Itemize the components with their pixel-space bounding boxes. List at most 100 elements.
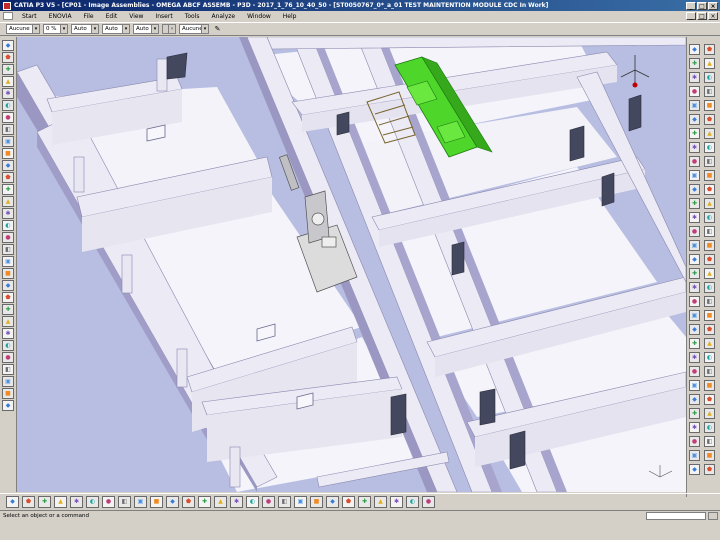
clash-icon[interactable]: ✚ [2,184,14,195]
kinematics-icon[interactable]: ◐ [704,352,715,363]
measure-between-icon[interactable]: ■ [310,495,323,508]
menu-view[interactable]: View [123,13,149,20]
valve-icon[interactable]: ⬟ [704,464,715,475]
annotation-icon[interactable]: ● [2,232,14,243]
save-management-icon[interactable]: ▲ [704,338,715,349]
pocket-icon[interactable]: ◐ [704,212,715,223]
coincidence-icon[interactable]: ✚ [689,128,700,139]
menu-window[interactable]: Window [241,13,277,20]
distance-icon[interactable]: ◐ [2,220,14,231]
scene-icon[interactable]: ■ [2,268,14,279]
fitting-icon[interactable]: ▣ [689,450,700,461]
publish-icon[interactable]: ⬟ [2,292,14,303]
support-icon[interactable]: ◆ [689,464,700,475]
minimize-button[interactable]: _ [686,1,696,10]
explode-icon[interactable]: ⬟ [2,172,14,183]
hanger-icon[interactable]: ■ [704,450,715,461]
camera-icon[interactable]: ◐ [2,340,14,351]
spec-tree-icon[interactable]: ◐ [2,100,14,111]
document-icon[interactable] [3,12,13,20]
annotation-text-icon[interactable]: ▲ [704,268,715,279]
menu-enovia[interactable]: ENOVIA [43,13,78,20]
fit-all-icon[interactable]: ◆ [6,495,19,508]
fly-mode-icon[interactable]: ⬟ [182,495,195,508]
line-type-select[interactable]: Auto ▾ [102,24,130,34]
exploded-view-icon[interactable]: ◆ [689,324,700,335]
change-constraint-icon[interactable]: ◆ [689,184,700,195]
quick-constraint-icon[interactable]: ▣ [689,170,700,181]
pan-icon[interactable]: ✚ [2,64,14,75]
command-input[interactable] [646,512,706,520]
render-icon[interactable]: ✱ [2,328,14,339]
painter-icon[interactable]: ✎ [212,24,223,35]
zoom-icon[interactable]: ✱ [2,88,14,99]
flag-note-icon[interactable]: ✱ [689,282,700,293]
quick-select-icon[interactable]: ✱ [390,495,403,508]
bill-of-material-icon[interactable]: ⬟ [704,114,715,125]
iso-view-icon[interactable]: ◧ [118,495,131,508]
new-product-icon[interactable]: ⬟ [704,44,715,55]
menu-edit[interactable]: Edit [100,13,124,20]
electrical-icon[interactable]: ■ [704,380,715,391]
doc-restore-button[interactable]: □ [697,12,707,20]
part-icon[interactable]: ● [2,112,14,123]
hide-show-icon[interactable]: ■ [2,388,14,399]
snapshot-icon[interactable]: ⬟ [704,324,715,335]
weld-icon[interactable]: ◐ [704,282,715,293]
new-part-icon[interactable]: ✚ [689,58,700,69]
compass-icon[interactable]: ▲ [2,316,14,327]
tubing-icon[interactable]: ◐ [704,422,715,433]
viewpoint-icon[interactable]: ◧ [2,364,14,375]
compass[interactable] [620,55,650,88]
lighting-icon[interactable]: ▣ [294,495,307,508]
grid-icon[interactable]: ▣ [2,376,14,387]
multi-view-icon[interactable]: ● [102,495,115,508]
sectioning-icon[interactable]: ● [689,296,700,307]
color-select[interactable]: Aucune ▾ [6,24,40,34]
clash-analysis-icon[interactable]: ◧ [704,296,715,307]
rotate-icon[interactable]: ✚ [38,495,51,508]
flexible-icon[interactable]: ■ [704,170,715,181]
fix-icon[interactable]: ● [689,156,700,167]
hvac-icon[interactable]: ⬟ [704,394,715,405]
hide-icon[interactable]: ■ [150,495,163,508]
pan-icon[interactable]: ⬟ [22,495,35,508]
selection-trap-icon[interactable]: ◐ [406,495,419,508]
structure-icon[interactable]: ✚ [689,408,700,419]
measure-icon[interactable]: ✱ [2,208,14,219]
reuse-pattern-icon[interactable]: ▣ [689,100,700,111]
turn-head-icon[interactable]: ✚ [198,495,211,508]
light-icon[interactable]: ● [2,352,14,363]
inertia-icon[interactable]: ⬟ [342,495,355,508]
update-icon[interactable]: ✚ [689,198,700,209]
piping-icon[interactable]: ◆ [689,394,700,405]
rotation-icon[interactable]: ◆ [689,254,700,265]
publication-icon[interactable]: ✱ [689,352,700,363]
menu-analyze[interactable]: Analyze [205,13,241,20]
raceway-icon[interactable]: ● [689,436,700,447]
update-all-icon[interactable]: ● [422,495,435,508]
transparency-select[interactable]: 0 % ▾ [43,24,68,34]
renumber-icon[interactable]: ● [689,86,700,97]
filter-icon[interactable]: ▣ [2,256,14,267]
split-icon[interactable]: ▲ [704,198,715,209]
collision-icon[interactable]: ✱ [230,495,243,508]
product-icon[interactable]: ◧ [2,124,14,135]
distance-analysis-icon[interactable]: ▣ [689,310,700,321]
snap-icon[interactable]: ◆ [2,160,14,171]
normal-view-icon[interactable]: ◐ [86,495,99,508]
enovia-icon[interactable]: ✚ [2,304,14,315]
section-icon[interactable]: ▲ [2,196,14,207]
render-style-select[interactable]: ▾ [162,24,176,34]
hole-icon[interactable]: ✱ [689,212,700,223]
swap-visible-icon[interactable]: ◆ [166,495,179,508]
fast-multi-icon[interactable]: ◆ [689,114,700,125]
scenes-icon[interactable]: ⬟ [704,254,715,265]
layer-filter-icon[interactable]: ▲ [374,495,387,508]
contact-icon[interactable]: ▲ [704,128,715,139]
conduit-icon[interactable]: ◧ [704,436,715,447]
command-button[interactable] [708,512,718,520]
point-type-select[interactable]: Auto ▾ [133,24,159,34]
doc-close-button[interactable]: × [708,12,718,20]
analysis-icon[interactable]: ✚ [358,495,371,508]
